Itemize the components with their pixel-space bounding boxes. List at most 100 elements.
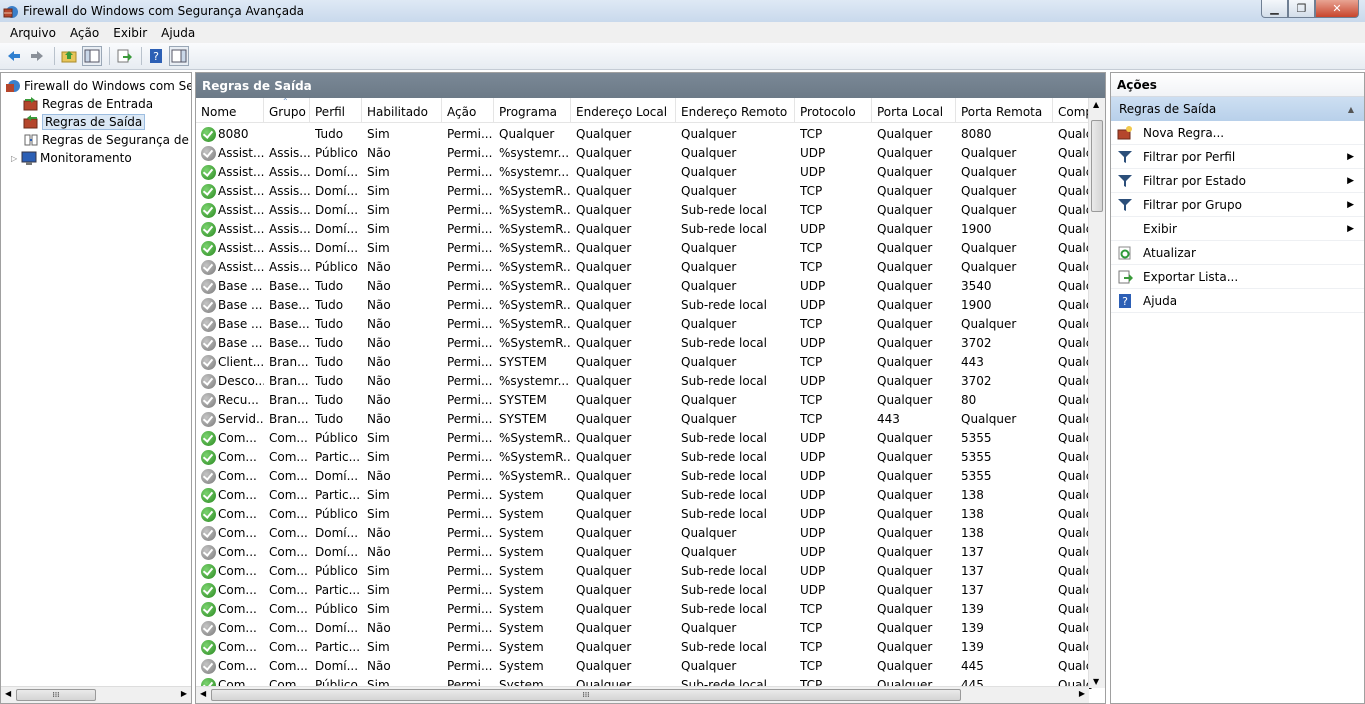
collapse-arrow-icon[interactable]: ▲ [1348,105,1354,114]
table-cell: Qualquer [877,336,933,350]
column-header[interactable]: Ação [442,98,494,123]
table-row[interactable]: Recu... Bran... Tudo Não Permi... SYSTEM Qualq… [196,391,1092,410]
table-cell: Com... [218,526,257,540]
column-header[interactable]: Porta Local [872,98,956,123]
action-item[interactable]: Exportar Lista... [1111,265,1364,289]
table-row[interactable]: Com... Com... Público Sim Permi... System Qual… [196,600,1092,619]
tree-scroll-thumb[interactable]: ⁞⁞⁞ [16,689,96,701]
action-item[interactable]: ? Ajuda [1111,289,1364,313]
tree-root[interactable]: Firewall do Windows com Segurança Avança… [5,77,191,95]
back-icon[interactable] [4,46,24,66]
scroll-down-arrow[interactable]: ▼ [1093,677,1099,686]
table-cell: Público [315,564,358,578]
menu-arquivo[interactable]: Arquivo [3,26,63,40]
table-row[interactable]: Servid... Bran... Tudo Não Permi... SYSTEM Qua… [196,410,1092,429]
column-header[interactable]: Habilitado [362,98,442,123]
actions-section-header[interactable]: Regras de Saída ▲ [1111,97,1364,121]
vertical-scrollbar[interactable]: ▲ ▼ [1088,98,1105,688]
table-row[interactable]: Desco... Bran... Tudo Não Permi... %systemr..… [196,372,1092,391]
table-row[interactable]: Com... Com... Público Sim Permi... %SystemR..… [196,429,1092,448]
show-hide-action-pane-icon[interactable] [169,46,189,66]
table-row[interactable]: Com... Com... Domí... Não Permi... System Qual… [196,657,1092,676]
action-item[interactable]: Nova Regra... [1111,121,1364,145]
table-row[interactable]: Com... Com... Partic... Sim Permi... %SystemR… [196,448,1092,467]
action-item[interactable]: Atualizar [1111,241,1364,265]
table-row[interactable]: Client... Bran... Tudo Não Permi... SYSTEM Qua… [196,353,1092,372]
table-cell: SYSTEM [499,393,547,407]
action-item[interactable]: Filtrar por Estado ▶ [1111,169,1364,193]
table-row[interactable]: Assist... Assis... Domí... Sim Permi... %Syst… [196,182,1092,201]
table-cell: %SystemR... [499,450,571,464]
tree-item-regras-de-entrada[interactable]: Regras de Entrada [23,95,153,113]
close-button[interactable]: ✕ [1315,0,1359,18]
table-row[interactable]: Assist... Assis... Público Não Permi... %syst… [196,144,1092,163]
table-row[interactable]: Assist... Assis... Público Não Permi... %Syst… [196,258,1092,277]
menu-ajuda[interactable]: Ajuda [154,26,202,40]
up-folder-icon[interactable] [59,46,79,66]
menu-acao[interactable]: Ação [63,26,106,40]
minimize-button[interactable]: ▁ [1261,0,1288,18]
tree-horizontal-scrollbar[interactable]: ◀ ⁞⁞⁞ ▶ [1,686,191,703]
table-row[interactable]: Base ... Base... Tudo Não Permi... %SystemR..… [196,296,1092,315]
action-item[interactable]: Exibir ▶ [1111,217,1364,241]
maximize-button[interactable]: ❐ [1288,0,1315,18]
column-header[interactable]: Programa [494,98,571,123]
help-icon[interactable]: ? [146,46,166,66]
scroll-right-arrow[interactable]: ▶ [1079,689,1085,698]
table-row[interactable]: Com... Com... Domí... Não Permi... System Qual… [196,524,1092,543]
table-cell: Domí... [315,184,359,198]
table-row[interactable]: Assist... Assis... Domí... Sim Permi... %syst… [196,163,1092,182]
forward-icon[interactable] [27,46,47,66]
column-header[interactable]: Endereço Remoto [676,98,795,123]
action-item[interactable]: Filtrar por Grupo ▶ [1111,193,1364,217]
table-row[interactable]: Com... Com... Partic... Sim Permi... System Qu… [196,581,1092,600]
tree-item-monitoramento[interactable]: ▷ Monitoramento [11,149,132,167]
table-cell: Com... [218,659,257,673]
action-label: Filtrar por Perfil [1143,149,1236,164]
tree-item-regras-de-saida[interactable]: Regras de Saída [23,113,146,131]
table-row[interactable]: Com... Com... Domí... Não Permi... System Qual… [196,619,1092,638]
vertical-scroll-thumb[interactable] [1091,120,1103,212]
table-row[interactable]: Com... Com... Domí... Não Permi... %SystemR..… [196,467,1092,486]
action-label: Nova Regra... [1143,125,1225,140]
table-cell: Qualquer [877,203,933,217]
scroll-left-arrow[interactable]: ◀ [5,689,11,698]
menu-exibir[interactable]: Exibir [106,26,154,40]
column-header[interactable]: Nome [196,98,264,123]
table-cell: Sub-rede local [681,640,767,654]
table-row[interactable]: Base ... Base... Tudo Não Permi... %SystemR..… [196,277,1092,296]
column-header[interactable]: Protocolo [795,98,872,123]
table-row[interactable]: Com... Com... Partic... Sim Permi... System Qu… [196,638,1092,657]
table-row[interactable]: Assist... Assis... Domí... Sim Permi... %Syst… [196,201,1092,220]
table-row[interactable]: 8080 Tudo Sim Permi... Qualquer Qualquer Qualq… [196,125,1092,144]
scroll-left-arrow[interactable]: ◀ [200,689,206,698]
column-header[interactable]: Porta Remota [956,98,1053,123]
column-header[interactable]: Perfil [310,98,362,123]
table-row[interactable]: Com... Com... Partic... Sim Permi... System Qu… [196,486,1092,505]
table-row[interactable]: Base ... Base... Tudo Não Permi... %SystemR..… [196,315,1092,334]
table-cell: Qualquer [961,184,1017,198]
table-row[interactable]: Com... Com... Público Sim Permi... System Qual… [196,562,1092,581]
table-row[interactable]: Base ... Base... Tudo Não Permi... %SystemR..… [196,334,1092,353]
tree-item-regras-de-seguranca[interactable]: Regras de Segurança de Conexão [23,131,191,149]
table-row[interactable]: Com... Com... Domí... Não Permi... System Qual… [196,543,1092,562]
horizontal-scroll-thumb[interactable]: ⁞⁞⁞ [211,689,961,701]
expand-arrow-icon[interactable]: ▷ [11,154,21,163]
scroll-up-arrow[interactable]: ▲ [1093,100,1099,109]
export-icon[interactable] [114,46,134,66]
scroll-right-arrow[interactable]: ▶ [181,689,187,698]
table-row[interactable]: Assist... Assis... Domí... Sim Permi... %Syst… [196,220,1092,239]
enabled-rule-icon [201,165,216,180]
enabled-rule-icon [201,602,216,617]
table-row[interactable]: Assist... Assis... Domí... Sim Permi... %Syst… [196,239,1092,258]
filter-icon [1117,173,1133,189]
horizontal-scrollbar[interactable]: ◀ ⁞⁞⁞ ▶ [196,686,1089,703]
table-cell: Permi... [447,659,493,673]
table-cell: Qualquer [576,127,632,141]
show-hide-tree-icon[interactable] [82,46,102,66]
column-header[interactable]: Endereço Local [571,98,676,123]
action-item[interactable]: Filtrar por Perfil ▶ [1111,145,1364,169]
table-row[interactable]: Com... Com... Público Sim Permi... System Qual… [196,505,1092,524]
help-icon: ? [1117,293,1133,309]
table-cell: Sub-rede local [681,431,767,445]
